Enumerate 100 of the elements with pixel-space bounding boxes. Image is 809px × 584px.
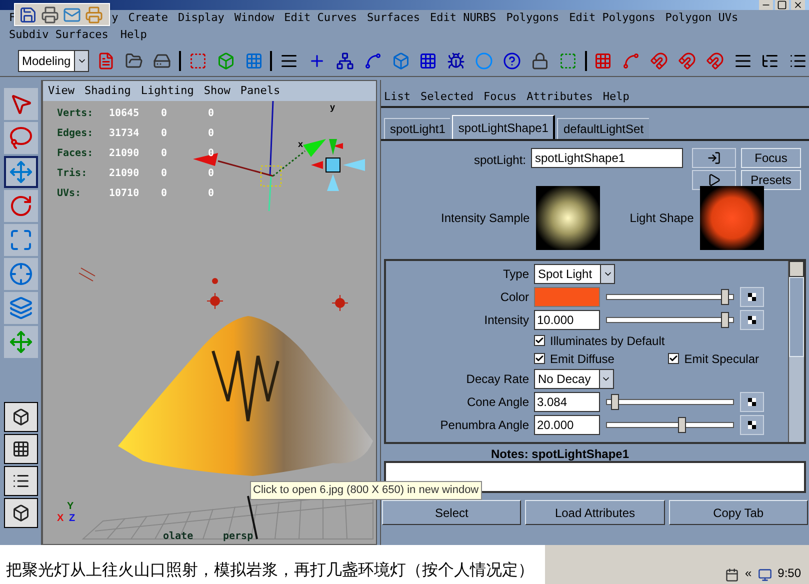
menu-item[interactable]: Display [178, 10, 224, 27]
calendar-icon[interactable] [724, 568, 739, 582]
minimize-icon[interactable] [759, 0, 773, 10]
menu-item[interactable]: Help [120, 27, 147, 44]
map-button[interactable] [740, 392, 764, 412]
tooltip: Click to open 6.jpg (800 X 650) in new window [250, 481, 482, 500]
stat-value: 0 [208, 127, 216, 141]
map-button[interactable] [740, 415, 764, 435]
single-view-layout-icon[interactable] [12, 504, 30, 522]
number-field[interactable]: 20.000 [534, 415, 600, 435]
slider-handle[interactable] [610, 394, 619, 410]
map-button[interactable] [740, 310, 764, 330]
slider-track[interactable] [606, 289, 734, 305]
menu-item[interactable]: Show [204, 82, 230, 100]
outliner-layout-icon[interactable] [12, 472, 30, 490]
checkbox-label: Emit Specular [684, 350, 759, 368]
view-axis-drawing [311, 139, 365, 191]
menu-item[interactable]: Help [602, 88, 630, 106]
menu-item[interactable]: Surfaces [366, 10, 420, 27]
lock-icon[interactable] [530, 52, 549, 70]
dropdown[interactable]: No Decay [534, 369, 614, 389]
menu-item[interactable]: Edit Polygons [569, 10, 656, 27]
attribute-label: Intensity [483, 312, 530, 329]
stat-value: 0 [208, 107, 216, 121]
dropdown[interactable]: Spot Light [534, 264, 616, 284]
tab[interactable]: spotLightShape1 [452, 115, 556, 139]
save-icon[interactable] [19, 6, 37, 24]
light-shape-swatch [700, 186, 764, 250]
maximize-icon[interactable] [775, 0, 789, 10]
action-button[interactable]: Copy Tab [668, 500, 808, 525]
action-button[interactable]: Load Attributes [525, 500, 665, 525]
grid-icon[interactable] [419, 52, 438, 70]
help-icon[interactable] [502, 52, 521, 70]
folder-icon[interactable] [125, 52, 144, 70]
menu-item[interactable]: Polygon UVs [665, 10, 738, 27]
menu-item[interactable]: Shading [84, 82, 131, 100]
axis-label: y [330, 101, 336, 114]
attribute-label: Type [502, 266, 530, 283]
slider-handle[interactable] [721, 312, 730, 328]
nodes-icon[interactable] [336, 52, 354, 70]
number-field[interactable]: 10.000 [534, 310, 600, 330]
menu-item[interactable]: Attributes [526, 88, 593, 106]
spot-light-icon [212, 278, 218, 284]
close-icon[interactable] [791, 0, 805, 10]
camera-label: persp [223, 530, 254, 544]
slider-track[interactable] [606, 394, 734, 410]
tray-arrow[interactable]: « [744, 564, 752, 582]
attribute-label: Penumbra Angle [439, 417, 530, 434]
mail-icon[interactable] [63, 6, 81, 24]
stat-label: Faces: [57, 147, 94, 161]
menu-item[interactable]: Edit Curves [284, 10, 357, 27]
menu-item[interactable]: Panels [240, 82, 280, 100]
slider-track[interactable] [606, 312, 734, 328]
menu-item[interactable]: Focus [483, 88, 517, 106]
scrollbar[interactable] [788, 261, 804, 442]
stat-value: 0 [161, 147, 168, 161]
notes-title: Notes: spotLightShape1 [491, 446, 630, 463]
menu-item[interactable]: Edit NURBS [430, 10, 496, 27]
menu-item[interactable]: View [48, 82, 74, 100]
menu-item[interactable]: Polygons [506, 10, 560, 27]
color-swatch[interactable] [534, 287, 600, 307]
side-button[interactable]: Focus [741, 148, 801, 168]
action-button[interactable]: Select [382, 500, 522, 525]
menu-item[interactable]: Create [128, 10, 168, 27]
tab[interactable]: defaultLightSet [557, 118, 649, 139]
map-button[interactable] [740, 287, 764, 307]
menu-item[interactable]: Lighting [140, 82, 194, 100]
checkbox[interactable] [534, 335, 545, 346]
stat-value: 10645 [109, 107, 140, 121]
slider-track[interactable] [606, 417, 734, 433]
intensity-sample-swatch [536, 186, 600, 250]
checkbox[interactable] [534, 353, 545, 364]
stat-value: 10710 [109, 187, 140, 201]
single-view-layout-icon[interactable] [12, 408, 30, 426]
bug-icon[interactable] [447, 52, 466, 70]
mode-dropdown[interactable]: Modeling [18, 50, 90, 72]
stat-value: 0 [208, 187, 216, 201]
checkbox[interactable] [668, 353, 680, 364]
stat-value: 31734 [109, 127, 140, 141]
menu-item[interactable]: List [384, 88, 410, 106]
stat-label: Edges: [57, 127, 94, 141]
menu-item[interactable]: Window [234, 10, 274, 27]
stat-value: 21090 [109, 147, 140, 161]
four-view-layout-icon[interactable] [12, 440, 30, 458]
lasso-icon[interactable] [8, 126, 32, 150]
slider-handle[interactable] [678, 417, 686, 433]
curve-icon[interactable] [364, 52, 382, 70]
number-field[interactable]: 3.084 [534, 392, 600, 412]
slider-handle[interactable] [721, 289, 730, 305]
print-icon[interactable] [41, 6, 59, 24]
menu-item[interactable]: Subdiv Surfaces [9, 27, 108, 44]
network-icon[interactable] [758, 568, 772, 582]
menu-item[interactable]: Selected [420, 88, 474, 106]
menu-item[interactable]: y [112, 10, 118, 27]
tab[interactable]: spotLight1 [384, 118, 450, 139]
rotate-icon[interactable] [8, 194, 32, 218]
side-button[interactable]: Presets [741, 170, 801, 190]
axis-label: Z [69, 512, 76, 526]
spot-light-icon [206, 292, 224, 310]
node-name-field[interactable]: spotLightShape1 [531, 148, 683, 168]
